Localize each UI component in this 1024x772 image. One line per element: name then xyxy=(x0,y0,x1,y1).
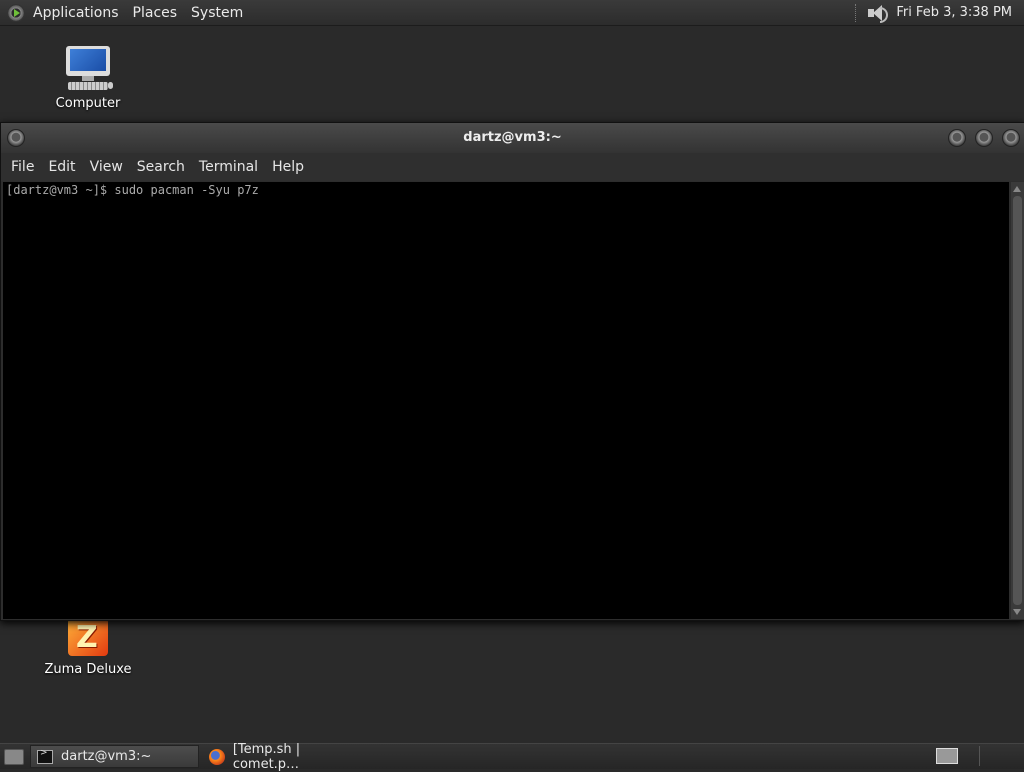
maximize-icon[interactable] xyxy=(975,129,993,147)
menu-view[interactable]: View xyxy=(90,159,123,175)
scroll-up-icon[interactable] xyxy=(1013,186,1021,192)
terminal-icon xyxy=(37,748,53,764)
window-menubar: File Edit View Search Terminal Help xyxy=(1,153,1024,181)
desktop-icon-label: Computer xyxy=(55,96,121,111)
taskbar-item-terminal[interactable]: dartz@vm3:~ xyxy=(30,745,199,768)
workspace-switcher[interactable] xyxy=(936,748,958,764)
panel-separator xyxy=(979,746,980,766)
bottom-panel: dartz@vm3:~ [Temp.sh | comet.p… xyxy=(0,742,1024,772)
zuma-icon: Z xyxy=(68,618,108,656)
scrollbar-thumb[interactable] xyxy=(1013,196,1022,605)
close-icon[interactable] xyxy=(1002,129,1020,147)
menu-help[interactable]: Help xyxy=(272,159,304,175)
menu-edit[interactable]: Edit xyxy=(48,159,75,175)
scroll-down-icon[interactable] xyxy=(1013,609,1021,615)
computer-icon xyxy=(64,46,113,92)
window-title: dartz@vm3:~ xyxy=(463,130,562,145)
terminal-scrollbar[interactable] xyxy=(1011,182,1024,619)
firefox-icon xyxy=(209,748,225,765)
menu-terminal[interactable]: Terminal xyxy=(199,159,258,175)
taskbar-item-firefox[interactable]: [Temp.sh | comet.p… xyxy=(203,742,375,772)
window-menu-icon[interactable] xyxy=(7,129,25,147)
panel-tray: Fri Feb 3, 3:38 PM xyxy=(855,0,1012,25)
taskbar-item-label: dartz@vm3:~ xyxy=(61,749,152,764)
panel-separator xyxy=(855,3,858,22)
desktop-icon-computer[interactable]: Computer xyxy=(43,46,133,111)
menu-file[interactable]: File xyxy=(11,159,34,175)
window-titlebar[interactable]: dartz@vm3:~ xyxy=(1,123,1024,153)
clock[interactable]: Fri Feb 3, 3:38 PM xyxy=(896,5,1012,20)
show-desktop-icon[interactable] xyxy=(4,748,24,765)
minimize-icon[interactable] xyxy=(948,129,966,147)
menu-places[interactable]: Places xyxy=(133,5,178,21)
desktop-icon-zuma[interactable]: Z Zuma Deluxe xyxy=(43,618,133,677)
menu-applications[interactable]: Applications xyxy=(33,5,119,21)
distro-logo-icon[interactable] xyxy=(7,3,25,22)
terminal-window: dartz@vm3:~ File Edit View Search Termin… xyxy=(0,122,1024,621)
top-panel: Applications Places System Fri Feb 3, 3:… xyxy=(0,0,1024,26)
taskbar-item-label: [Temp.sh | comet.p… xyxy=(232,741,301,772)
speaker-icon[interactable] xyxy=(866,4,889,23)
terminal-output[interactable]: [dartz@vm3 ~]$ sudo pacman -Syu p7z xyxy=(3,182,1009,619)
desktop-icon-label: Zuma Deluxe xyxy=(44,662,132,677)
menu-search[interactable]: Search xyxy=(137,159,185,175)
menu-system[interactable]: System xyxy=(191,5,243,21)
